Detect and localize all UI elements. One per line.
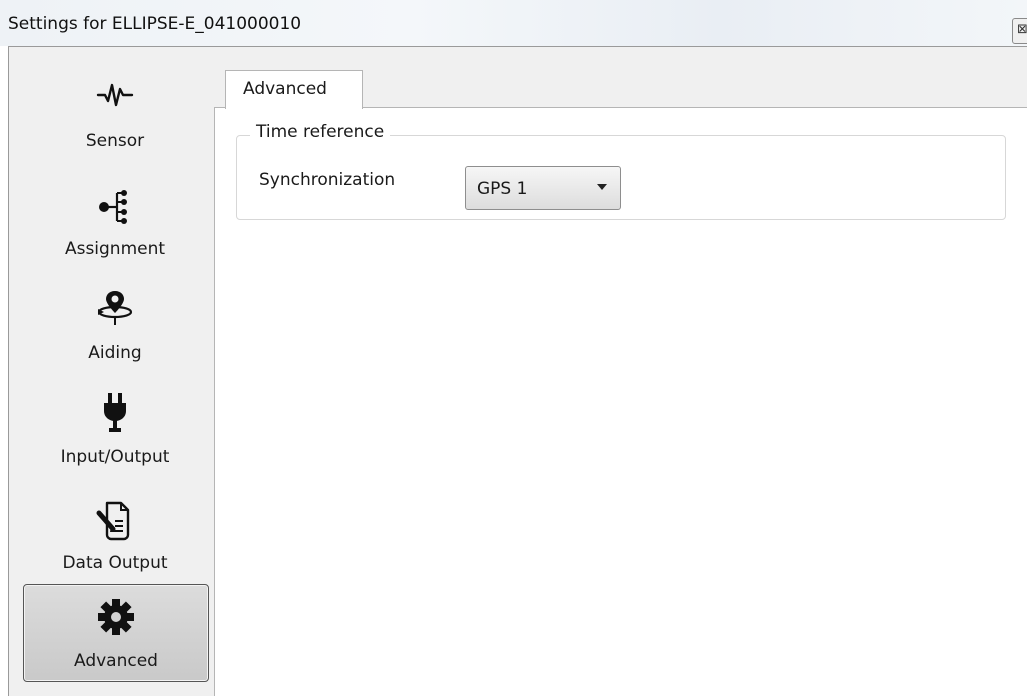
location-pin-orbit-icon xyxy=(23,287,207,345)
chevron-down-icon xyxy=(597,184,607,190)
waveform-icon xyxy=(23,77,207,135)
sidebar-item-input-output[interactable]: Input/Output xyxy=(23,391,207,497)
sidebar-item-advanced[interactable]: Advanced xyxy=(23,584,209,682)
tab-label: Advanced xyxy=(243,79,327,99)
sidebar-item-label: Assignment xyxy=(64,239,166,259)
sidebar-item-aiding[interactable]: Aiding xyxy=(23,287,207,393)
synchronization-dropdown[interactable]: GPS 1 xyxy=(465,166,621,210)
gear-icon xyxy=(24,597,208,655)
sidebar-item-label: Data Output xyxy=(62,553,168,573)
close-icon: ⊠ xyxy=(1017,22,1027,37)
sidebar: Sensor Assignment Aiding Input/Output Da… xyxy=(9,47,211,695)
sidebar-item-label: Sensor xyxy=(85,131,145,151)
plug-icon xyxy=(23,391,207,449)
tree-icon xyxy=(23,187,207,245)
sidebar-item-label: Advanced xyxy=(74,651,158,671)
sidebar-item-assignment[interactable]: Assignment xyxy=(23,187,207,293)
sidebar-item-label: Aiding xyxy=(88,343,142,363)
dropdown-value: GPS 1 xyxy=(477,179,528,199)
close-button[interactable]: ⊠ xyxy=(1012,18,1027,44)
title-bar: Settings for ELLIPSE-E_041000010 ⊠ xyxy=(0,0,1027,46)
sidebar-item-sensor[interactable]: Sensor xyxy=(23,77,207,183)
group-title: Time reference xyxy=(250,122,391,142)
window-title: Settings for ELLIPSE-E_041000010 xyxy=(8,14,302,34)
synchronization-label: Synchronization xyxy=(259,170,396,190)
sidebar-item-label: Input/Output xyxy=(60,447,170,467)
tab-advanced[interactable]: Advanced xyxy=(225,70,363,109)
document-pen-icon xyxy=(23,499,207,557)
